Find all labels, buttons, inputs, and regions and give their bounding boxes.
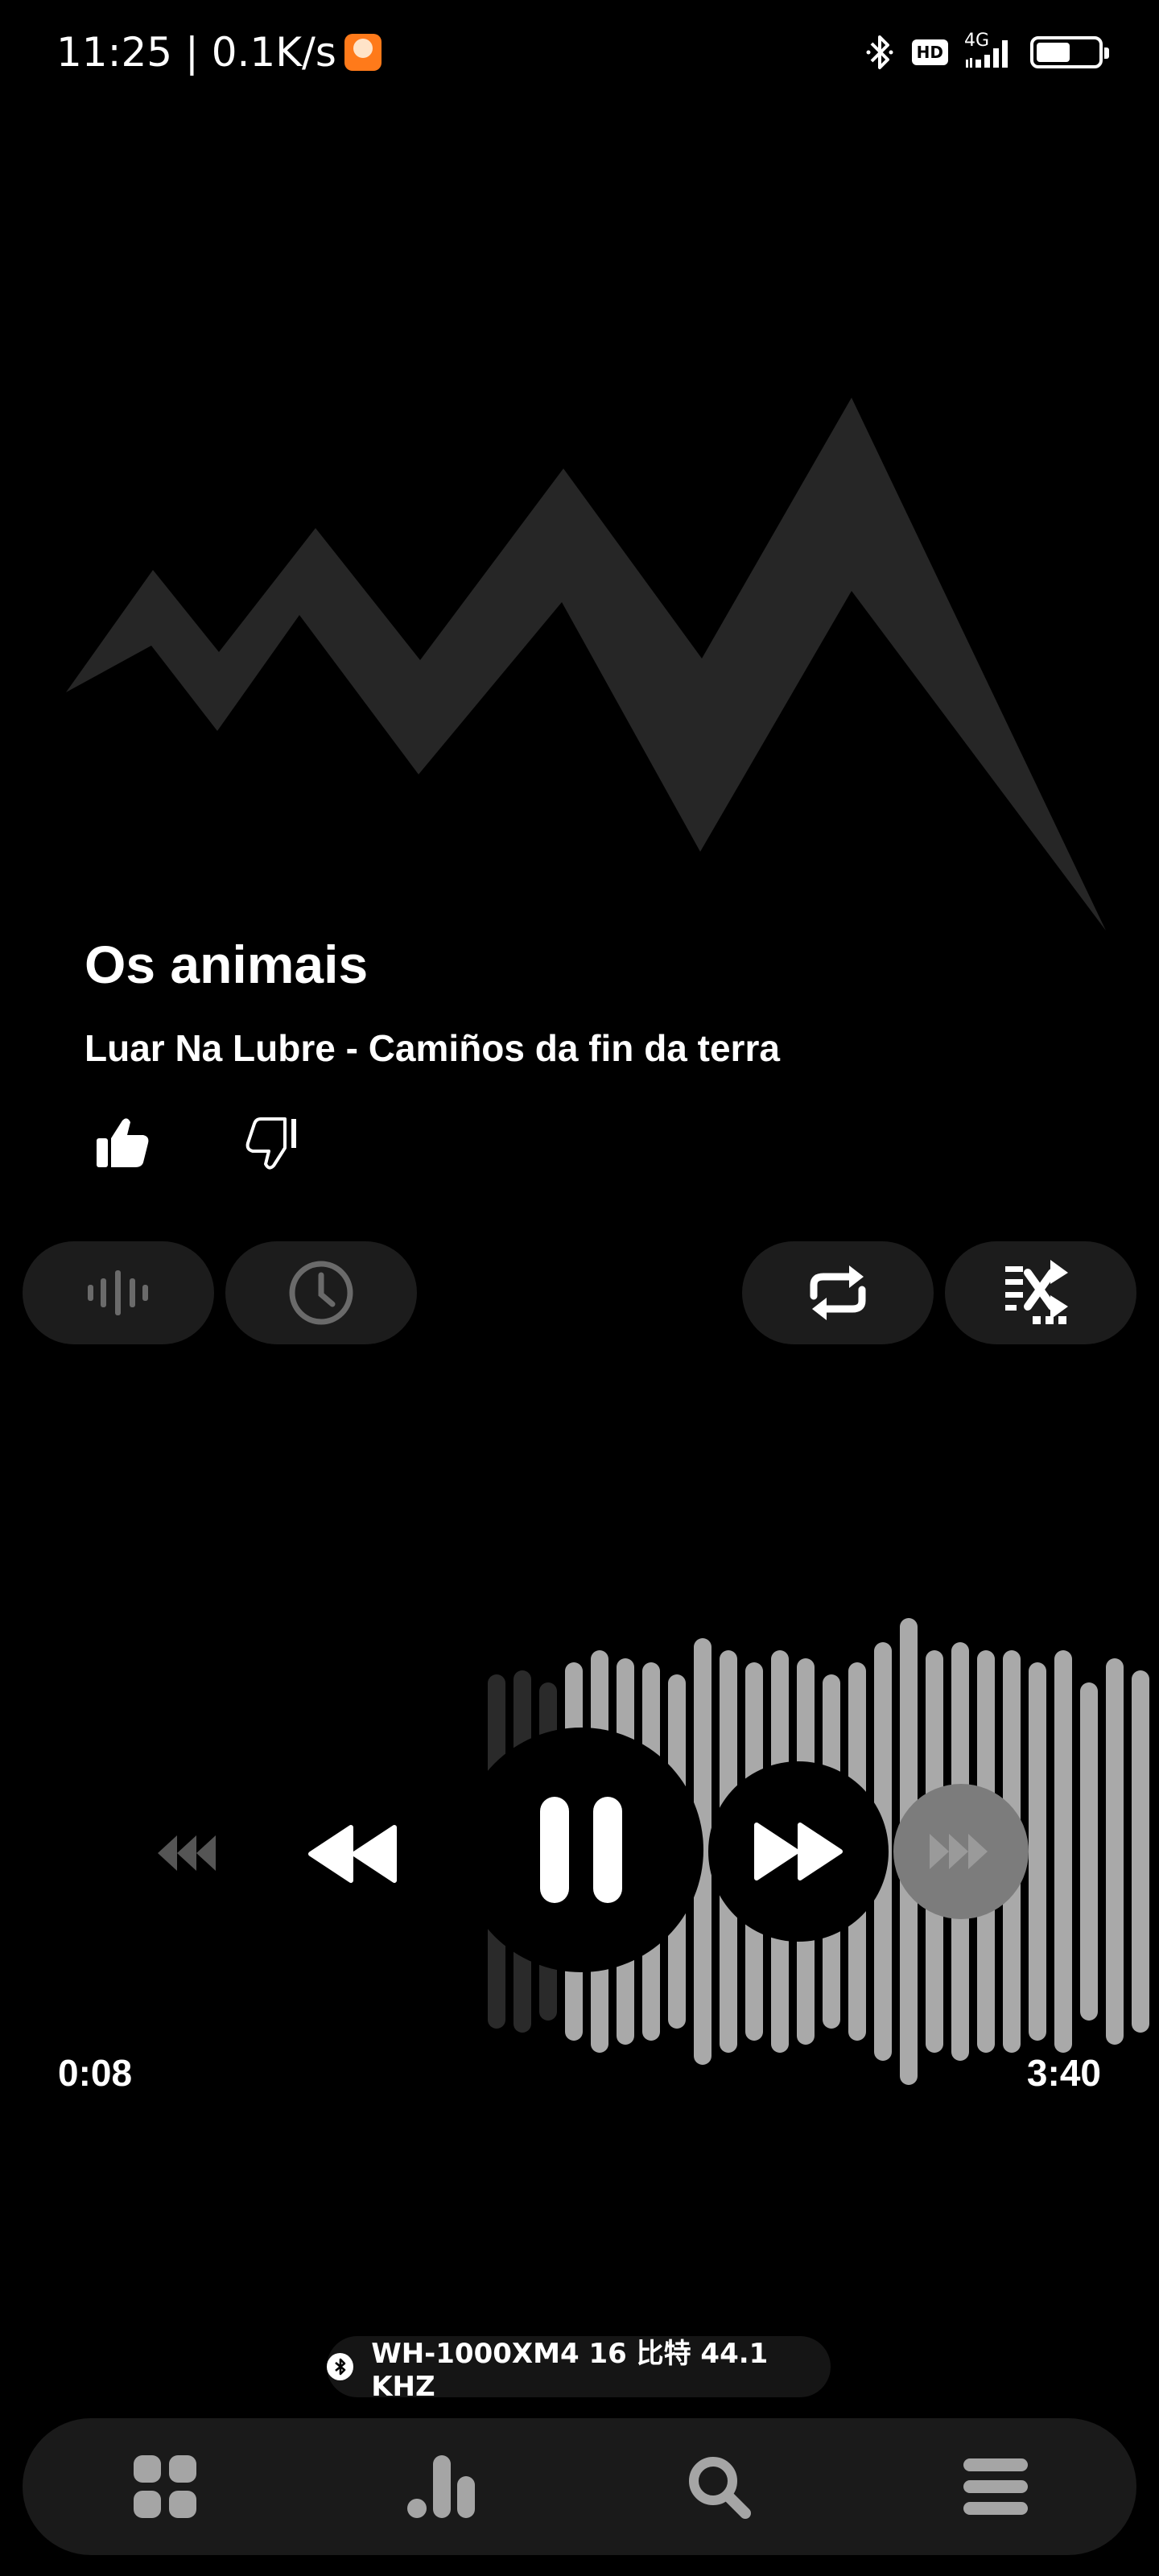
fast-forward-icon xyxy=(754,1823,843,1880)
waveform-icon xyxy=(88,1270,148,1315)
shuffle-queue-icon xyxy=(1005,1260,1068,1324)
waveform-bar xyxy=(1029,1662,1046,2041)
search-icon xyxy=(689,2457,751,2519)
thumbs-down-icon[interactable] xyxy=(241,1111,306,1175)
waveform-bar xyxy=(1080,1682,1098,2021)
album-artwork xyxy=(66,398,1106,931)
status-time-speed: 11:25 | 0.1K/s xyxy=(56,29,382,76)
bar-chart-icon xyxy=(407,2455,475,2518)
skip-back-icon xyxy=(158,1835,216,1871)
track-title: Os animais xyxy=(85,935,369,994)
play-pause-button[interactable] xyxy=(459,1728,703,1972)
rewind-button[interactable] xyxy=(304,1821,401,1887)
status-icons: HD 4G xyxy=(864,31,1109,72)
status-bar: 11:25 | 0.1K/s HD 4G xyxy=(0,0,1159,105)
nav-library[interactable] xyxy=(129,2450,201,2523)
grid-icon xyxy=(134,2455,196,2518)
bottom-navigation xyxy=(23,2418,1136,2555)
shuffle-queue-button[interactable] xyxy=(945,1241,1136,1344)
bluetooth-icon xyxy=(866,35,893,69)
total-duration: 3:40 xyxy=(1026,2052,1101,2094)
waveform-bar xyxy=(1106,1658,1124,2045)
mountain-art xyxy=(66,398,1106,931)
repeat-button[interactable] xyxy=(742,1241,934,1344)
skip-back-button[interactable] xyxy=(153,1829,225,1877)
skip-forward-button[interactable] xyxy=(893,1784,1029,1919)
rewind-icon xyxy=(308,1825,397,1883)
status-time-text: 11:25 | 0.1K/s xyxy=(56,29,336,76)
waveform-bar xyxy=(1132,1670,1149,2033)
pause-icon xyxy=(540,1797,622,1903)
cell-signal-icon: 4G xyxy=(964,31,1014,71)
sleep-timer-button[interactable] xyxy=(225,1241,417,1344)
battery-icon xyxy=(1030,36,1109,68)
menu-icon xyxy=(963,2458,1028,2515)
elapsed-time: 0:08 xyxy=(58,2052,133,2094)
output-device-label: WH-1000XM4 16 比特 44.1 KHZ xyxy=(371,2337,769,2403)
repeat-icon xyxy=(810,1265,866,1320)
visualizer-button[interactable] xyxy=(23,1241,214,1344)
bluetooth-device-icon xyxy=(327,2353,354,2380)
waveform-bar xyxy=(1054,1650,1072,2053)
fast-forward-button[interactable] xyxy=(708,1761,889,1942)
clock-icon xyxy=(289,1261,353,1325)
nav-search[interactable] xyxy=(683,2450,755,2523)
thumbs-up-icon[interactable] xyxy=(90,1111,155,1175)
skip-forward-icon xyxy=(930,1834,988,1869)
output-device-pill[interactable]: WH-1000XM4 16 比特 44.1 KHZ xyxy=(327,2336,831,2403)
app-notification-icon xyxy=(344,34,382,71)
nav-stats[interactable] xyxy=(406,2450,478,2523)
hd-badge: HD xyxy=(911,39,948,65)
track-artist-album: Luar Na Lubre - Camiños da fin da terra xyxy=(85,1027,780,1069)
nav-menu[interactable] xyxy=(959,2450,1032,2523)
